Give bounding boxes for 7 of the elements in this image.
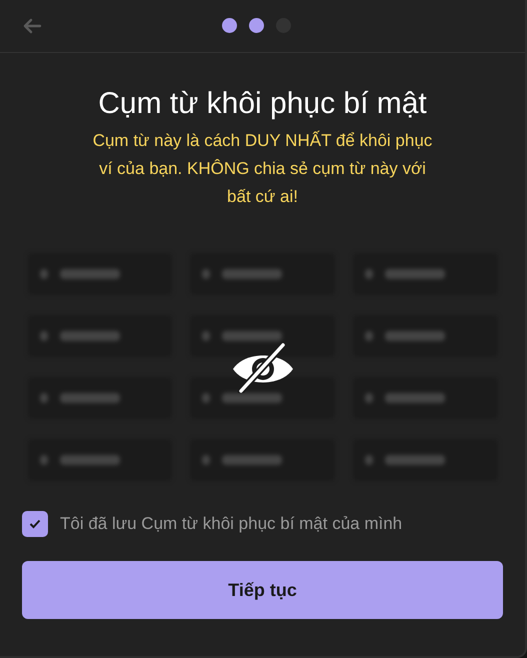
page-title: Cụm từ khôi phục bí mật [98, 87, 427, 121]
check-icon [29, 519, 41, 529]
warning-text: Cụm từ này là cách DUY NHẤT để khôi phục ví của bạn. KHÔNG chia sẻ cụm từ này với bất cứ ai! [92, 130, 434, 208]
checkbox[interactable] [22, 511, 48, 537]
continue-button[interactable]: Tiếp tục [22, 561, 503, 619]
eye-slash-icon[interactable] [230, 341, 294, 393]
checkbox-label: Tôi đã lưu Cụm từ khôi phục bí mật của mình [60, 514, 402, 534]
